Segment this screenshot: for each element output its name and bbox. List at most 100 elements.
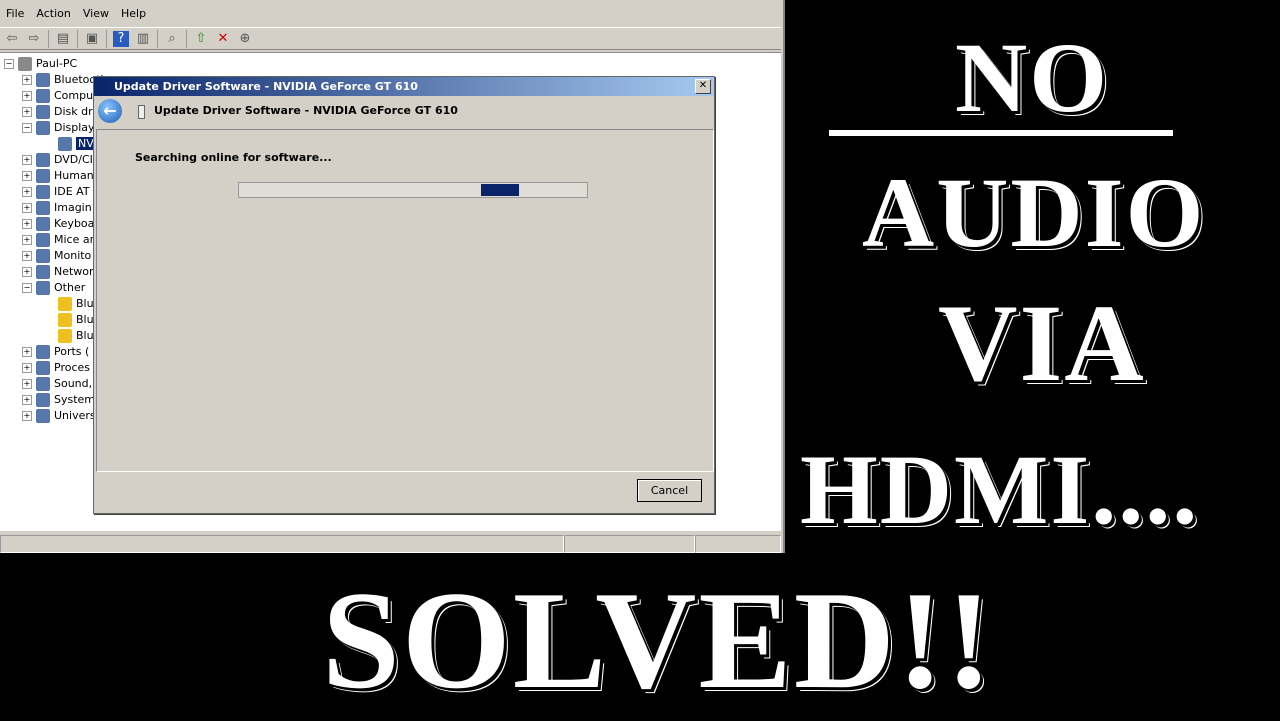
uninstall-icon[interactable]: ✕ (215, 31, 231, 47)
expand-icon[interactable]: + (22, 187, 32, 197)
tree-item-label: Monito (54, 249, 92, 262)
tree-item[interactable]: + System (22, 392, 95, 408)
tree-item[interactable]: + Keyboa (22, 216, 94, 232)
expand-icon[interactable]: + (22, 91, 32, 101)
device-icon (36, 153, 50, 167)
menu-action[interactable]: Action (30, 3, 76, 23)
expand-icon[interactable]: + (22, 267, 32, 277)
expand-icon[interactable]: + (22, 155, 32, 165)
collapse-icon[interactable]: − (22, 283, 32, 293)
tree-item[interactable]: + Human (22, 168, 94, 184)
device-icon (36, 169, 50, 183)
update-driver-icon[interactable]: ⇧ (193, 31, 209, 47)
tree-item[interactable]: + Ports ( (22, 344, 89, 360)
overlay-text-solved: SOLVED!! (322, 563, 995, 718)
tree-item-label: System (54, 393, 96, 406)
tree-item-label: Compu (54, 89, 94, 102)
tree-item-label: Other (54, 281, 86, 294)
tree-item[interactable]: Blu (58, 328, 94, 344)
collapse-icon[interactable]: − (22, 123, 32, 133)
status-text: Searching online for software... (135, 151, 332, 164)
device-icon (36, 265, 50, 279)
menu-file[interactable]: File (0, 3, 30, 23)
device-icon (36, 361, 50, 375)
menu-view[interactable]: View (77, 3, 115, 23)
expand-icon[interactable]: + (22, 171, 32, 181)
tree-item[interactable]: Blu (58, 296, 94, 312)
expand-icon[interactable]: + (22, 75, 32, 85)
device-icon (36, 345, 50, 359)
tree-item[interactable]: + IDE AT (22, 184, 90, 200)
forward-icon[interactable]: ⇨ (26, 31, 42, 47)
toolbar: ⇦ ⇨ ▤ ▣ ? ▥ ⌕ ⇧ ✕ ⊕ (0, 27, 781, 50)
device-icon (58, 137, 72, 151)
help-icon[interactable]: ? (113, 30, 129, 47)
tree-item[interactable]: + Sound, (22, 376, 92, 392)
device-icon (36, 121, 50, 135)
expand-icon[interactable]: + (22, 411, 32, 421)
expand-icon[interactable]: + (22, 363, 32, 373)
device-icon (36, 377, 50, 391)
tree-item[interactable]: + Compu (22, 88, 93, 104)
expand-icon[interactable]: + (22, 107, 32, 117)
tree-item-label: Proces (54, 361, 90, 374)
action-pane-icon[interactable]: ▥ (135, 31, 151, 47)
overlay-text-no: NO (955, 22, 1109, 133)
update-driver-dialog: Update Driver Software - NVIDIA GeForce … (93, 76, 715, 514)
tree-item-label: Univers (54, 409, 96, 422)
device-icon (138, 105, 145, 119)
tree-item[interactable]: + Mice ar (22, 232, 94, 248)
back-button[interactable]: ← (98, 99, 122, 123)
warning-device-icon (58, 313, 72, 327)
tree-item-label: Blu (76, 297, 94, 310)
tree-item[interactable]: Blu (58, 312, 94, 328)
tree-item[interactable]: + DVD/CI (22, 152, 93, 168)
device-icon (36, 105, 50, 119)
device-icon (36, 281, 50, 295)
overlay-text-hdmi: HDMI.... (800, 434, 1200, 545)
tree-item[interactable]: + Networ (22, 264, 94, 280)
tree-item[interactable]: + Disk dr (22, 104, 93, 120)
separator (48, 29, 49, 48)
tree-item[interactable]: + Univers (22, 408, 96, 424)
tree-item[interactable]: + Monito (22, 248, 91, 264)
separator (77, 29, 78, 48)
expand-icon[interactable]: + (22, 235, 32, 245)
collapse-icon[interactable]: − (4, 59, 14, 69)
tree-item[interactable]: + Proces (22, 360, 90, 376)
tree-item[interactable]: − Other (22, 280, 85, 296)
enable-device-icon[interactable]: ⊕ (237, 31, 253, 47)
expand-icon[interactable]: + (22, 219, 32, 229)
expand-icon[interactable]: + (22, 203, 32, 213)
status-bar (0, 535, 781, 553)
dialog-titlebar: Update Driver Software - NVIDIA GeForce … (94, 77, 714, 96)
show-hide-console-tree-icon[interactable]: ▤ (55, 31, 71, 47)
cancel-button[interactable]: Cancel (637, 479, 702, 502)
expand-icon[interactable]: + (22, 347, 32, 357)
device-icon (36, 409, 50, 423)
close-button[interactable]: ✕ (695, 79, 711, 94)
tree-root-label: Paul-PC (36, 57, 78, 70)
expand-icon[interactable]: + (22, 379, 32, 389)
back-icon[interactable]: ⇦ (4, 31, 20, 47)
tree-root[interactable]: − Paul-PC (4, 56, 77, 72)
separator (106, 29, 107, 48)
menu-help[interactable]: Help (115, 3, 152, 23)
tree-item-label: IDE AT (54, 185, 90, 198)
tree-item[interactable]: − Display (22, 120, 95, 136)
computer-icon (18, 57, 32, 71)
device-icon (36, 233, 50, 247)
device-icon (36, 217, 50, 231)
expand-icon[interactable]: + (22, 395, 32, 405)
underline (829, 130, 1173, 136)
tree-item[interactable]: + Imagin (22, 200, 92, 216)
tree-item-label: Disk dr (54, 105, 93, 118)
device-icon (36, 201, 50, 215)
properties-icon[interactable]: ▣ (84, 31, 100, 47)
status-pane (563, 535, 696, 553)
tree-item[interactable]: NV (58, 136, 96, 152)
device-icon (36, 249, 50, 263)
scan-hardware-icon[interactable]: ⌕ (164, 31, 180, 47)
expand-icon[interactable]: + (22, 251, 32, 261)
warning-device-icon (58, 297, 72, 311)
